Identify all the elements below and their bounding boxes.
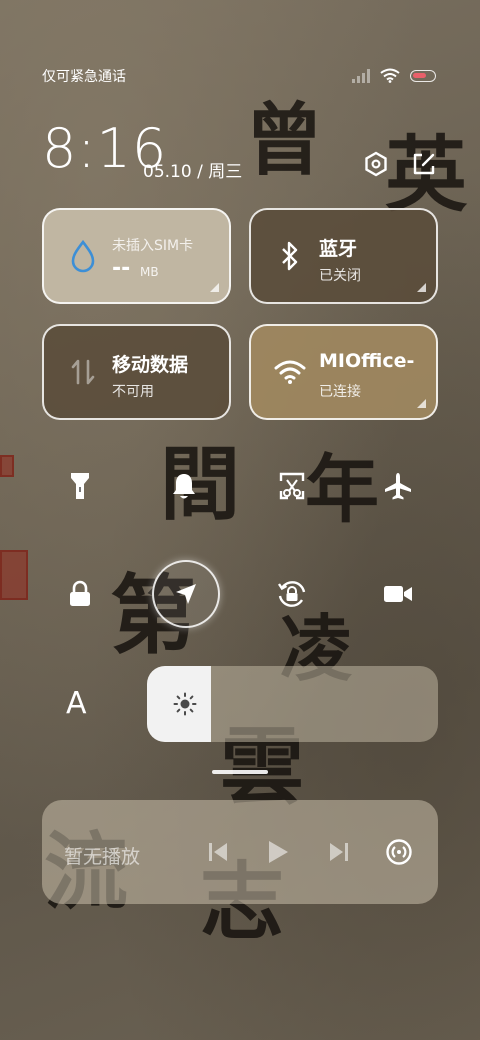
- bluetooth-status: 已关闭: [319, 268, 361, 284]
- flashlight-icon: [71, 473, 89, 499]
- sound-toggle[interactable]: [164, 466, 204, 506]
- wifi-tile[interactable]: MIOffice- 已连接: [249, 324, 438, 420]
- arrows-updown-icon: [66, 355, 100, 389]
- data-usage-tile[interactable]: 未插入SIM卡 -- MB: [42, 208, 231, 304]
- wifi-status: 已连接: [319, 384, 361, 400]
- wifi-network-name: MIOffice-: [319, 350, 415, 372]
- cast-icon: [386, 839, 412, 865]
- play-icon: [269, 841, 288, 863]
- video-icon: [384, 586, 412, 602]
- screen-recorder-toggle[interactable]: [378, 574, 418, 614]
- water-drop-icon: [66, 239, 100, 273]
- flashlight-toggle[interactable]: [60, 466, 100, 506]
- sun-icon: [173, 692, 197, 716]
- rotation-lock-toggle[interactable]: [272, 574, 312, 614]
- next-icon: [330, 843, 348, 861]
- wifi-icon: [273, 355, 307, 389]
- mobile-data-tile[interactable]: 移动数据 不可用: [42, 324, 231, 420]
- media-player[interactable]: 暂无播放: [42, 800, 438, 904]
- data-usage-unit: MB: [140, 265, 159, 279]
- previous-icon: [209, 843, 227, 861]
- expand-corner-icon: [417, 399, 426, 408]
- next-button[interactable]: [325, 838, 353, 866]
- mobile-data-status: 不可用: [112, 384, 154, 400]
- mobile-data-title: 移动数据: [112, 354, 189, 376]
- bluetooth-tile[interactable]: 蓝牙 已关闭: [249, 208, 438, 304]
- cast-button[interactable]: [385, 838, 413, 866]
- rotation-lock-icon: [278, 581, 306, 607]
- status-icons: [352, 68, 436, 83]
- media-title: 暂无播放: [64, 846, 141, 868]
- edit-icon[interactable]: [410, 150, 438, 178]
- screenshot-icon: [279, 472, 305, 500]
- lock-icon: [70, 580, 90, 606]
- location-icon: [176, 584, 196, 604]
- data-usage-value: --: [112, 256, 131, 281]
- expand-corner-icon: [210, 283, 219, 292]
- drag-handle[interactable]: [212, 770, 268, 774]
- signal-icon: [352, 68, 370, 83]
- airplane-icon: [385, 473, 411, 500]
- lock-screen-toggle[interactable]: [60, 574, 100, 614]
- expand-corner-icon: [417, 283, 426, 292]
- play-button[interactable]: [264, 838, 292, 866]
- previous-button[interactable]: [204, 838, 232, 866]
- location-toggle[interactable]: [152, 560, 220, 628]
- bluetooth-title: 蓝牙: [319, 238, 358, 260]
- date-text: 05.10 / 周三: [143, 162, 243, 182]
- brightness-slider[interactable]: [147, 666, 438, 742]
- settings-hexagon-icon[interactable]: [362, 150, 390, 178]
- battery-icon: [410, 69, 436, 82]
- wifi-icon: [380, 68, 400, 83]
- screenshot-toggle[interactable]: [272, 466, 312, 506]
- bell-icon: [173, 474, 195, 499]
- bluetooth-icon: [273, 239, 307, 273]
- sim-status-text: 未插入SIM卡: [112, 238, 194, 254]
- airplane-mode-toggle[interactable]: [378, 466, 418, 506]
- carrier-text: 仅可紧急通话: [42, 69, 126, 85]
- auto-brightness-button[interactable]: A: [66, 686, 87, 721]
